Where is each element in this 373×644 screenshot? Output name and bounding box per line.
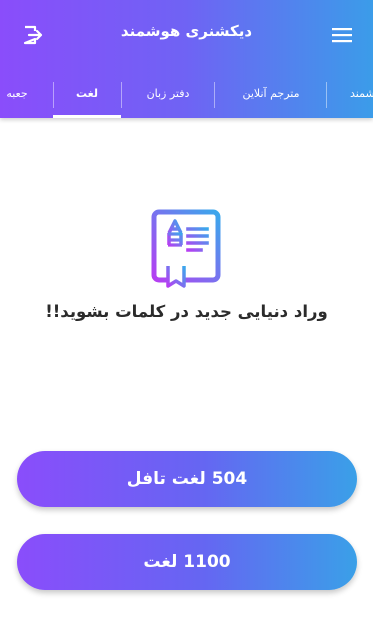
tab-smart[interactable]: شمند (350, 70, 373, 118)
top-bar: دیکشنری هوشمند (0, 0, 373, 70)
words-1100-button[interactable]: 1100 لغت (17, 534, 357, 590)
tab-bar: شمند مترجم آنلاین دفتر زبان لغت جعبه (0, 70, 373, 118)
tab-box[interactable]: جعبه (4, 70, 30, 118)
toefl-504-words-button[interactable]: 504 لغت تافل (17, 451, 357, 507)
tab-vocabulary[interactable]: لغت (53, 70, 121, 118)
menu-button[interactable] (331, 26, 353, 44)
tab-divider (53, 82, 54, 108)
tab-language-notebook[interactable]: دفتر زبان (125, 70, 211, 118)
hamburger-menu-icon (332, 28, 352, 43)
tab-divider (326, 82, 327, 108)
vocabulary-illustration (151, 209, 223, 289)
vocabulary-book-icon (151, 209, 221, 288)
tab-divider (121, 82, 122, 108)
tab-selected-indicator (53, 115, 121, 118)
tab-online-translator[interactable]: مترجم آنلاین (225, 70, 317, 118)
app-title: دیکشنری هوشمند (120, 22, 253, 40)
app-header: دیکشنری هوشمند شمند مترجم آنلاین دفتر زب… (0, 0, 373, 118)
tab-divider (214, 82, 215, 108)
welcome-tagline: وراد دنیایی جدید در کلمات بشوید!! (45, 302, 328, 321)
